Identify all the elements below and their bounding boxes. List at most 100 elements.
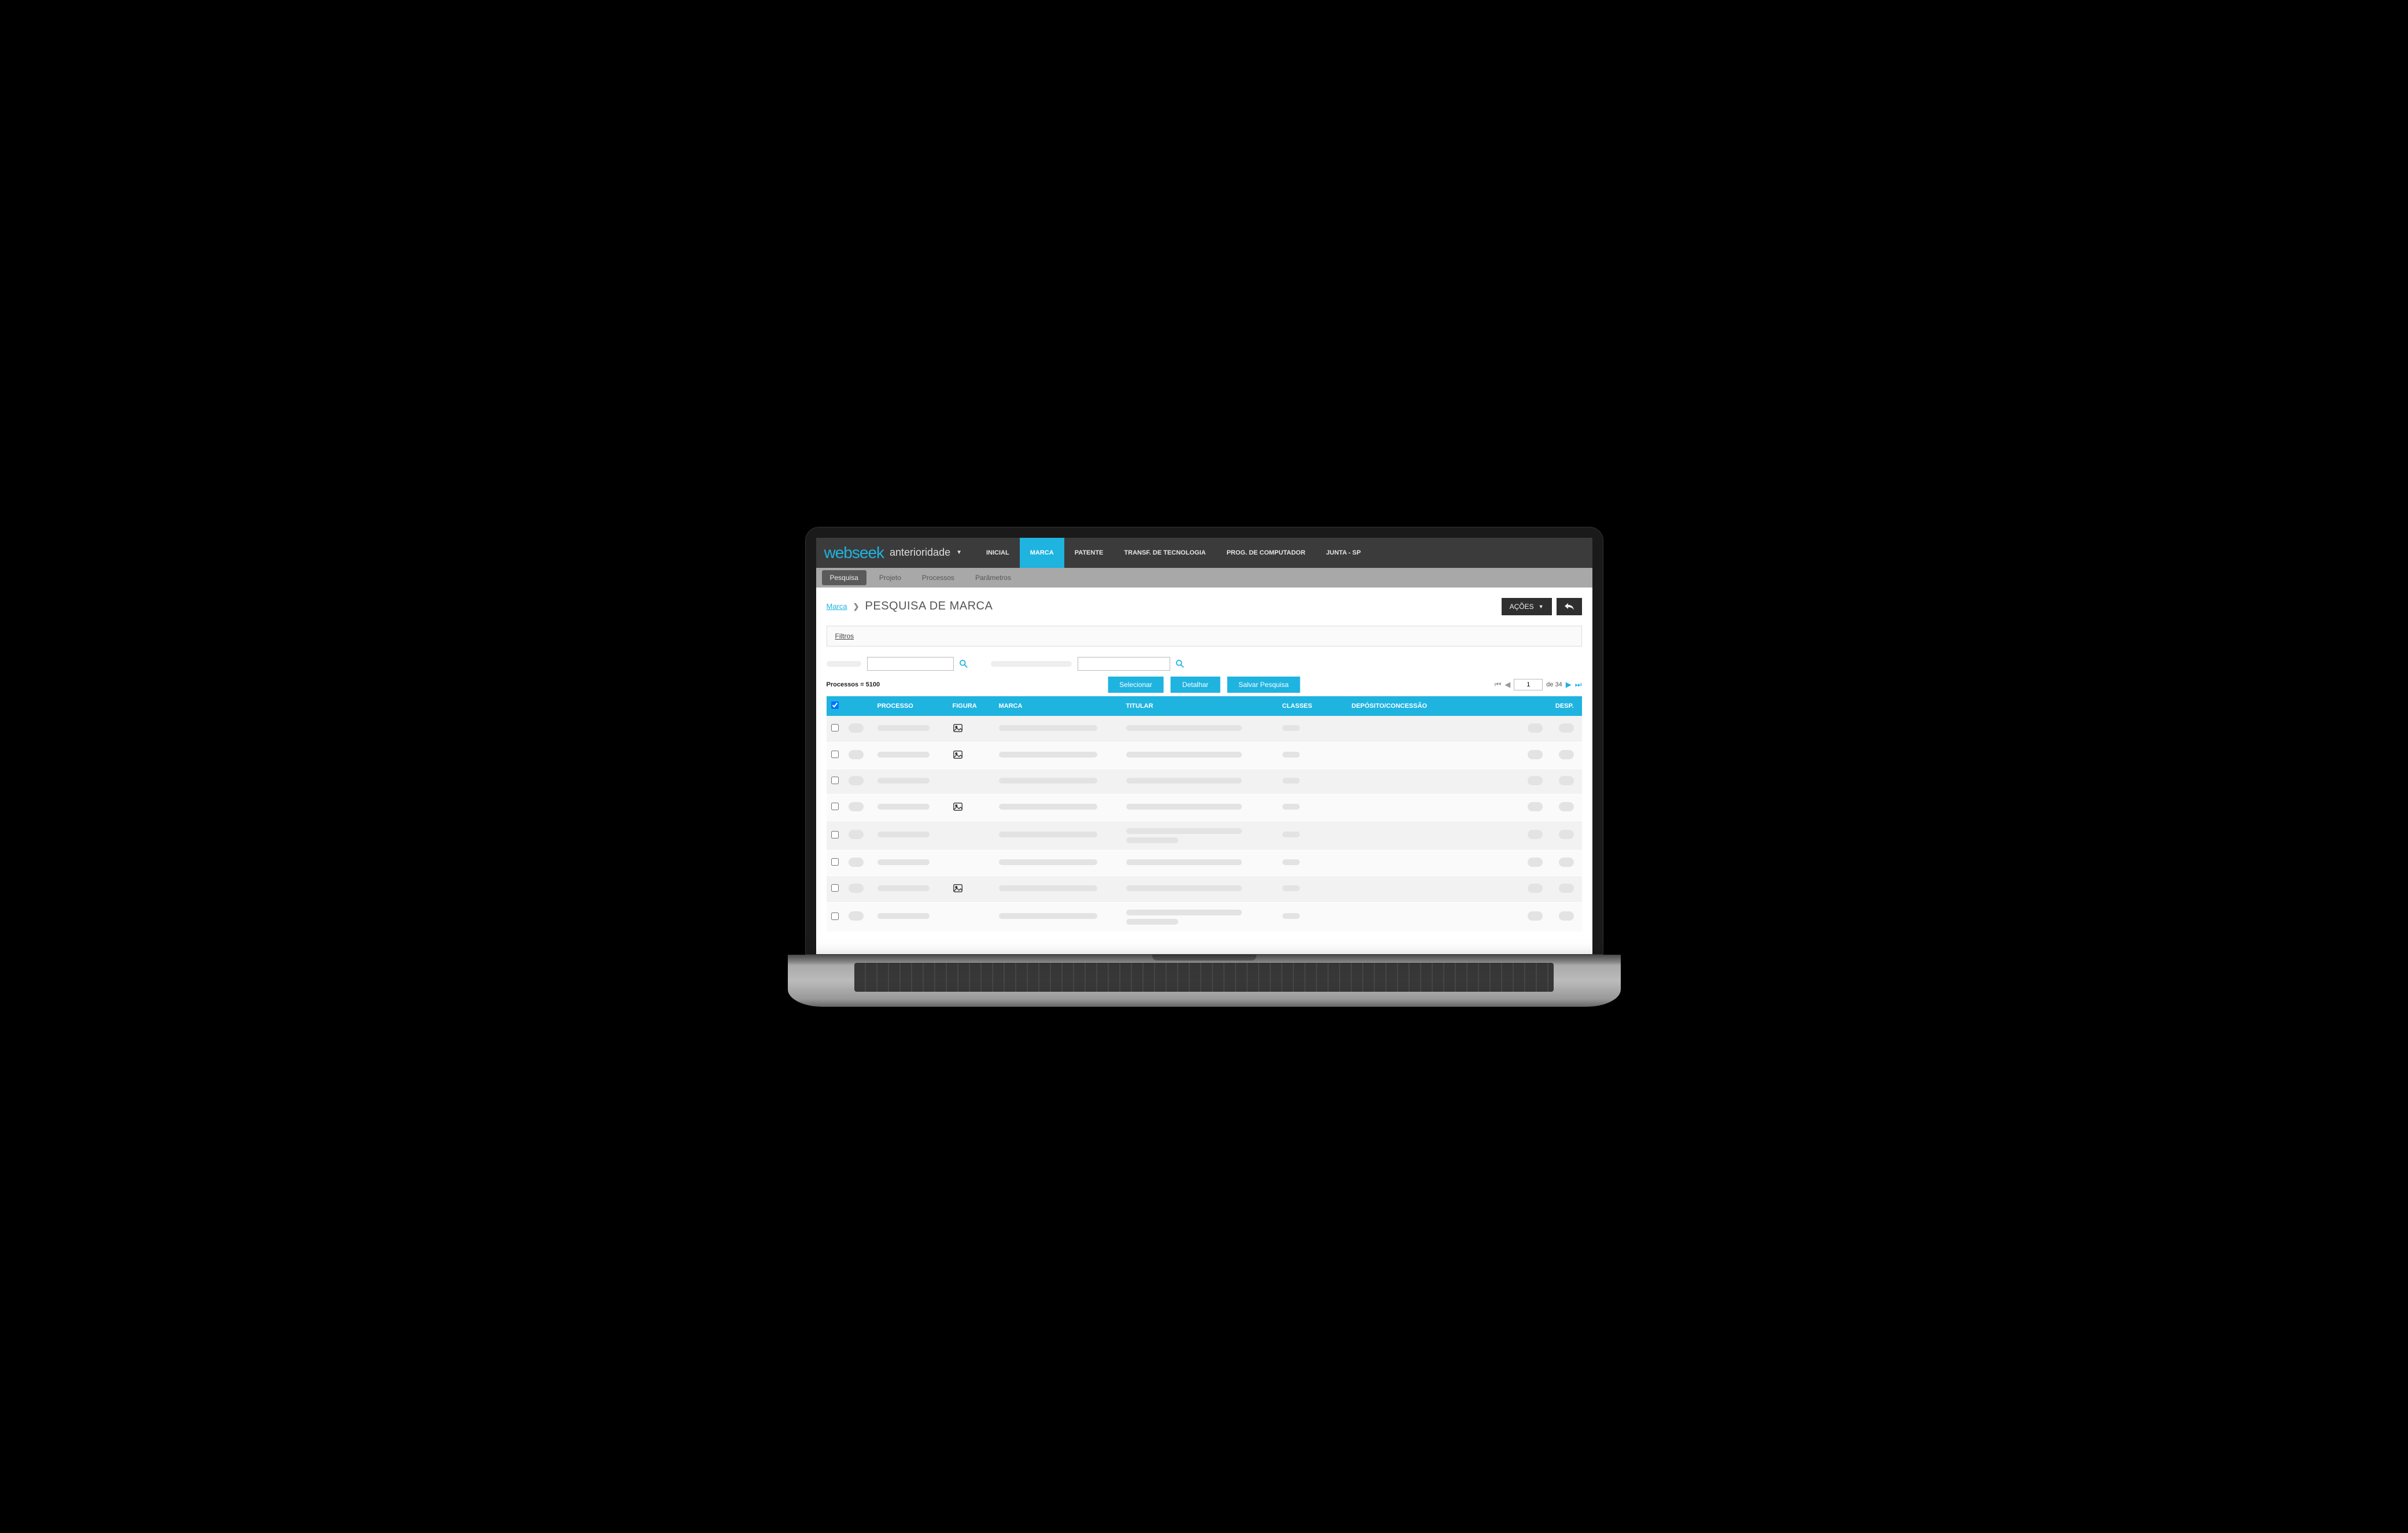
header-classes[interactable]: CLASSES bbox=[1278, 696, 1347, 716]
row-figura bbox=[948, 876, 994, 902]
search-input-1[interactable] bbox=[867, 657, 954, 671]
sub-tab[interactable]: Parâmetros bbox=[967, 570, 1019, 585]
pager-prev-icon[interactable]: ◀ bbox=[1504, 680, 1510, 689]
table-row[interactable] bbox=[827, 876, 1582, 902]
row-checkbox[interactable] bbox=[831, 777, 839, 784]
header-blank bbox=[844, 696, 873, 716]
row-titular bbox=[1122, 742, 1278, 769]
header-figura[interactable]: FIGURA bbox=[948, 696, 994, 716]
select-button[interactable]: Selecionar bbox=[1108, 677, 1164, 693]
row-processo bbox=[877, 832, 930, 837]
row-marca bbox=[999, 778, 1097, 784]
brand-block[interactable]: webseek anterioridade ▼ bbox=[816, 538, 971, 568]
pager-page-input[interactable] bbox=[1514, 679, 1543, 690]
row-checkbox[interactable] bbox=[831, 724, 839, 732]
back-button[interactable] bbox=[1557, 598, 1582, 615]
sub-tab[interactable]: Pesquisa bbox=[822, 570, 866, 585]
breadcrumb: Marca ❯ PESQUISA DE MARCA bbox=[827, 600, 993, 613]
row-processo bbox=[877, 778, 930, 784]
row-classes bbox=[1282, 804, 1300, 810]
row-classes bbox=[1282, 752, 1300, 758]
content-area: Marca ❯ PESQUISA DE MARCA AÇÕES ▼ bbox=[816, 588, 1592, 932]
top-nav-item[interactable]: MARCA bbox=[1020, 538, 1064, 568]
row-figura bbox=[948, 716, 994, 743]
keyboard bbox=[854, 963, 1554, 992]
laptop-mockup: webseek anterioridade ▼ INICIALMARCAPATE… bbox=[805, 527, 1603, 1007]
row-desp bbox=[1547, 794, 1582, 821]
row-figura bbox=[948, 821, 994, 850]
actions-button[interactable]: AÇÕES ▼ bbox=[1502, 598, 1552, 615]
breadcrumb-row: Marca ❯ PESQUISA DE MARCA AÇÕES ▼ bbox=[827, 598, 1582, 615]
row-titular bbox=[1122, 716, 1278, 743]
pager: ⏮ ◀ de 34 ▶ ⏭ bbox=[1495, 679, 1582, 690]
row-classes bbox=[1282, 778, 1300, 784]
table-row[interactable] bbox=[827, 769, 1582, 794]
row-classes bbox=[1282, 885, 1300, 891]
search-icon[interactable] bbox=[960, 660, 968, 668]
center-buttons: Selecionar Detalhar Salvar Pesquisa bbox=[1108, 677, 1300, 693]
row-titular bbox=[1122, 794, 1278, 821]
row-processo bbox=[877, 752, 930, 758]
top-nav-item[interactable]: PATENTE bbox=[1064, 538, 1114, 568]
top-nav-item[interactable]: JUNTA - SP bbox=[1316, 538, 1371, 568]
row-checkbox[interactable] bbox=[831, 831, 839, 838]
search-icon[interactable] bbox=[1176, 660, 1184, 668]
save-search-button[interactable]: Salvar Pesquisa bbox=[1227, 677, 1300, 693]
row-deposito bbox=[1347, 794, 1547, 821]
app-screen: webseek anterioridade ▼ INICIALMARCAPATE… bbox=[816, 538, 1592, 954]
sub-tab-bar: Pesquisa Projeto Processos Parâmetros bbox=[816, 568, 1592, 588]
image-icon bbox=[953, 723, 963, 733]
search-input-2[interactable] bbox=[1078, 657, 1170, 671]
row-processo bbox=[877, 804, 930, 810]
brand-name: webseek bbox=[824, 544, 884, 562]
table-row[interactable] bbox=[827, 716, 1582, 743]
row-badge bbox=[849, 750, 864, 759]
table-row[interactable] bbox=[827, 821, 1582, 850]
pager-first-icon[interactable]: ⏮ bbox=[1495, 680, 1502, 689]
sub-tab[interactable]: Projeto bbox=[871, 570, 909, 585]
header-marca[interactable]: MARCA bbox=[994, 696, 1122, 716]
table-row[interactable] bbox=[827, 742, 1582, 769]
toolbar-row: Processos = 5100 Selecionar Detalhar Sal… bbox=[827, 679, 1582, 690]
table-row[interactable] bbox=[827, 850, 1582, 876]
row-figura bbox=[948, 742, 994, 769]
filters-toggle[interactable]: Filtros bbox=[827, 626, 1582, 647]
row-checkbox[interactable] bbox=[831, 858, 839, 866]
sub-tab[interactable]: Processos bbox=[914, 570, 963, 585]
row-processo bbox=[877, 913, 930, 919]
screen-bezel: webseek anterioridade ▼ INICIALMARCAPATE… bbox=[805, 527, 1603, 955]
row-titular bbox=[1122, 821, 1278, 850]
row-desp bbox=[1547, 850, 1582, 876]
pager-last-icon[interactable]: ⏭ bbox=[1575, 680, 1582, 689]
row-checkbox[interactable] bbox=[831, 751, 839, 758]
header-desp[interactable]: DESP. bbox=[1547, 696, 1582, 716]
top-nav-item[interactable]: PROG. DE COMPUTADOR bbox=[1216, 538, 1316, 568]
top-nav-item[interactable]: INICIAL bbox=[976, 538, 1020, 568]
row-desp bbox=[1547, 716, 1582, 743]
breadcrumb-link[interactable]: Marca bbox=[827, 602, 847, 611]
row-desp bbox=[1547, 769, 1582, 794]
row-checkbox[interactable] bbox=[831, 884, 839, 892]
process-count: Processos = 5100 bbox=[827, 681, 880, 688]
brand-sub: anterioridade bbox=[890, 546, 950, 559]
search-label-1 bbox=[827, 661, 861, 667]
pager-next-icon[interactable]: ▶ bbox=[1566, 680, 1572, 689]
header-titular[interactable]: TITULAR bbox=[1122, 696, 1278, 716]
select-all-checkbox[interactable] bbox=[831, 701, 839, 709]
row-checkbox[interactable] bbox=[831, 913, 839, 920]
row-deposito bbox=[1347, 742, 1547, 769]
header-processo[interactable]: PROCESSO bbox=[873, 696, 948, 716]
row-processo bbox=[877, 859, 930, 865]
detail-button[interactable]: Detalhar bbox=[1171, 677, 1220, 693]
header-deposito[interactable]: DEPÓSITO/CONCESSÃO bbox=[1347, 696, 1547, 716]
row-badge bbox=[849, 776, 864, 785]
results-table: PROCESSO FIGURA MARCA TITULAR CLASSES DE… bbox=[827, 696, 1582, 932]
table-row[interactable] bbox=[827, 902, 1582, 932]
row-processo bbox=[877, 725, 930, 731]
table-row[interactable] bbox=[827, 794, 1582, 821]
image-icon bbox=[953, 749, 963, 760]
top-nav-item[interactable]: TRANSF. DE TECNOLOGIA bbox=[1113, 538, 1216, 568]
row-checkbox[interactable] bbox=[831, 803, 839, 810]
row-deposito bbox=[1347, 716, 1547, 743]
row-titular bbox=[1122, 876, 1278, 902]
